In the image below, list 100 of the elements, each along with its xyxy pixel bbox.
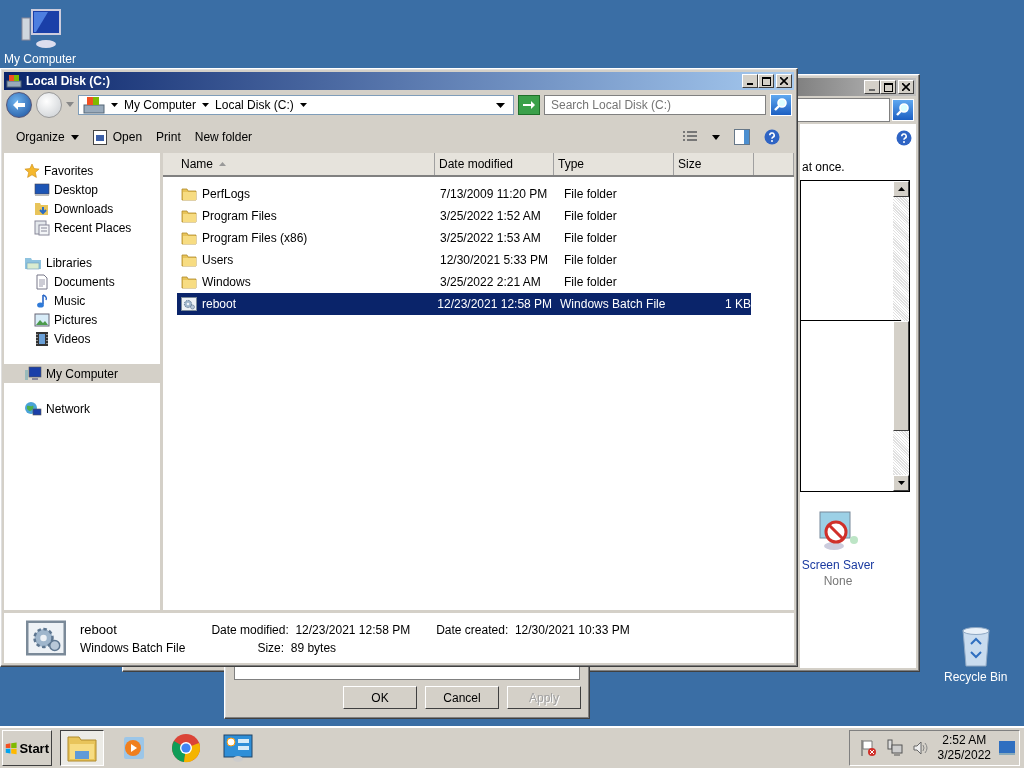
music-note-icon	[34, 292, 50, 309]
details-modified: Date modified: 12/23/2021 12:58 PM	[211, 622, 411, 637]
file-name: Windows	[202, 275, 251, 289]
caret-icon[interactable]	[202, 103, 210, 107]
taskbar-app-button[interactable]	[60, 730, 104, 766]
screen-saver-link[interactable]: Screen Saver	[801, 558, 875, 572]
caret-icon[interactable]	[712, 134, 720, 140]
desktop-icon-label[interactable]: Recycle Bin	[944, 670, 1008, 684]
list-box[interactable]	[800, 180, 910, 492]
details-file-name: reboot	[80, 621, 118, 637]
nav-item[interactable]: Recent Places	[4, 218, 160, 237]
batch-file-icon	[26, 618, 66, 658]
file-row[interactable]: Users 12/30/2021 5:33 PM File folder	[177, 249, 751, 271]
search-button[interactable]	[892, 99, 914, 121]
minimize-button[interactable]	[742, 74, 758, 88]
column-header[interactable]: Size	[674, 153, 754, 175]
clock-time[interactable]: 2:52 AM	[942, 733, 987, 748]
column-header[interactable]: Type	[554, 153, 674, 175]
nav-item[interactable]: Libraries	[4, 253, 160, 272]
flag-icon[interactable]	[859, 739, 878, 757]
toolbar-button[interactable]: New folder	[190, 128, 257, 146]
film-icon	[34, 330, 50, 347]
type-cell-text: File folder	[563, 275, 618, 289]
start-button[interactable]: Start	[2, 730, 52, 766]
caret-icon[interactable]	[496, 102, 505, 108]
nav-item[interactable]: Desktop	[4, 180, 160, 199]
arrow-icon	[522, 100, 536, 110]
type-cell-text: File folder	[563, 209, 618, 223]
maximize-icon	[761, 76, 771, 86]
description-text: at once.	[801, 160, 846, 174]
file-name: PerfLogs	[202, 187, 251, 201]
back-button[interactable]	[6, 92, 32, 118]
drive-icon	[83, 96, 105, 114]
nav-item[interactable]: Documents	[4, 272, 160, 291]
close-button[interactable]	[776, 74, 792, 88]
details-created: Date created: 12/30/2021 10:33 PM	[436, 622, 630, 637]
file-name: Program Files (x86)	[202, 231, 308, 245]
help-icon[interactable]	[764, 129, 780, 145]
folder-icon	[181, 230, 197, 246]
desktop-icon-label[interactable]: My Computer	[4, 52, 77, 66]
scroll-down-button[interactable]	[893, 475, 909, 491]
nav-item[interactable]: Music	[4, 291, 160, 310]
screen-saver-value: None	[823, 574, 853, 588]
nav-item[interactable]: Network	[4, 399, 160, 418]
back-arrow-icon	[12, 99, 26, 111]
computer-icon[interactable]	[18, 8, 62, 50]
maximize-icon	[883, 82, 893, 92]
volume-icon[interactable]	[911, 739, 930, 757]
nav-item[interactable]: Downloads	[4, 199, 160, 218]
search-button[interactable]	[770, 94, 792, 116]
file-row[interactable]: Program Files 3/25/2022 1:52 AM File folder	[177, 205, 751, 227]
toolbar-button[interactable]: Organize	[12, 128, 83, 146]
dialog-button[interactable]: Cancel	[425, 686, 499, 709]
address-bar[interactable]: My Computer Local Disk (C:)	[78, 95, 514, 115]
view-list-icon[interactable]	[682, 130, 698, 144]
breadcrumb[interactable]: My Computer	[124, 98, 197, 112]
folder-icon	[66, 733, 98, 763]
column-header[interactable]: Name	[177, 153, 435, 175]
search-field[interactable]: Search Local Disk (C:)	[544, 95, 766, 115]
search-icon	[773, 97, 789, 113]
clock-date[interactable]: 3/25/2022	[937, 748, 991, 763]
nav-item[interactable]: Favorites	[4, 161, 160, 180]
recent-places-icon	[34, 219, 50, 236]
toolbar-button[interactable]: Print	[152, 128, 185, 146]
drive-icon	[6, 73, 22, 89]
type-cell-text: File folder	[563, 253, 618, 267]
control-panel-icon	[222, 733, 254, 763]
breadcrumb[interactable]: Local Disk (C:)	[215, 98, 294, 112]
network-icon[interactable]	[885, 739, 904, 757]
file-name: Users	[202, 253, 234, 267]
nav-item[interactable]: Videos	[4, 329, 160, 348]
help-icon[interactable]	[896, 130, 912, 146]
size-cell-text: 1 KB	[724, 297, 751, 311]
caret-icon[interactable]	[299, 103, 307, 107]
globe-icon	[24, 400, 42, 417]
window-title-bar[interactable]: Local Disk (C:)	[4, 72, 794, 90]
nav-item[interactable]: Pictures	[4, 310, 160, 329]
search-icon	[895, 102, 911, 118]
nav-item[interactable]: My Computer	[4, 364, 160, 383]
column-header[interactable]: Date modified	[435, 153, 554, 175]
file-row[interactable]: Windows 3/25/2022 2:21 AM File folder	[177, 271, 751, 293]
up-arrow-icon	[897, 187, 905, 191]
refresh-button[interactable]	[518, 95, 540, 115]
maximize-button[interactable]	[758, 74, 774, 88]
file-row[interactable]: reboot 12/23/2021 12:58 PM Windows Batch File 1 KB	[177, 293, 751, 315]
preview-pane-icon[interactable]	[734, 129, 750, 145]
windows-logo-icon	[5, 740, 18, 756]
toolbar-button[interactable]: Open	[88, 127, 147, 147]
file-name: Program Files	[202, 209, 277, 223]
caret-icon[interactable]	[111, 103, 118, 107]
file-row[interactable]: PerfLogs 7/13/2009 11:20 PM File folder	[177, 183, 751, 205]
scrollbar[interactable]	[893, 181, 909, 491]
dialog-button[interactable]: OK	[343, 686, 417, 709]
scroll-up-button[interactable]	[893, 181, 909, 197]
caret-icon	[70, 134, 79, 140]
file-row[interactable]: Program Files (x86) 3/25/2022 1:53 AM File folder	[177, 227, 751, 249]
date-cell-text: 3/25/2022 2:21 AM	[439, 275, 542, 289]
date-cell-text: 3/25/2022 1:52 AM	[439, 209, 542, 223]
details-file-type: Windows Batch File	[80, 640, 186, 655]
date-cell-text: 12/23/2021 12:58 PM	[436, 297, 554, 311]
